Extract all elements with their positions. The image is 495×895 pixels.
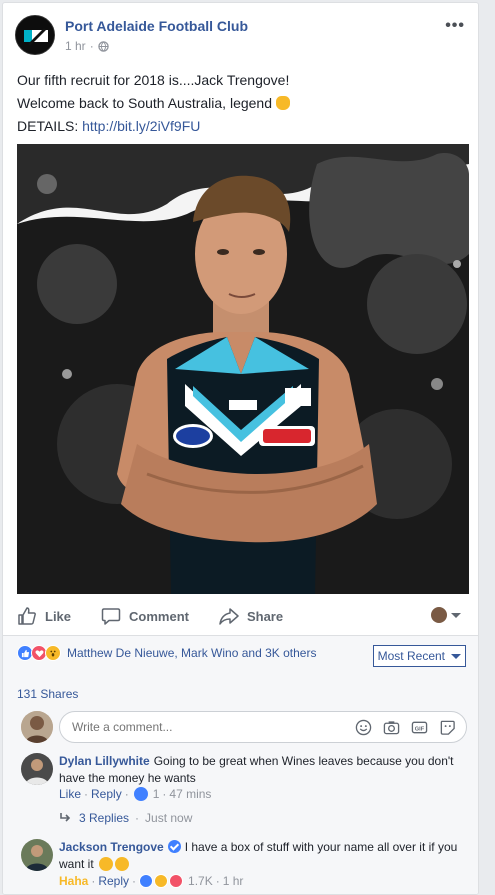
more-dots-icon[interactable]: •••	[445, 17, 465, 35]
globe-icon[interactable]	[97, 40, 109, 52]
commenter-name[interactable]: Jackson Trengove	[59, 840, 164, 854]
meta-dot: ·	[91, 874, 96, 888]
share-label: Share	[246, 608, 284, 624]
camera-icon[interactable]	[383, 719, 400, 736]
comment-time[interactable]: 47 mins	[169, 787, 211, 801]
comment-text: Jackson Trengove I have a box of stuff wi…	[59, 839, 459, 873]
meta-dot: ·	[84, 787, 89, 801]
replies-time: Just now	[145, 811, 193, 825]
post-as-picker[interactable]	[431, 607, 461, 623]
details-label: DETAILS:	[17, 118, 79, 134]
comment-meta: Haha · Reply · 1.7K · 1 hr	[59, 874, 243, 888]
sticker-icon[interactable]	[439, 719, 456, 736]
post-line-1: Our fifth recruit for 2018 is....Jack Tr…	[17, 72, 290, 88]
comment-composer[interactable]: GIF	[59, 711, 467, 743]
meta-dot: ·	[135, 811, 140, 825]
meta-dot: ·	[162, 787, 167, 801]
comment-like-link[interactable]: Like	[59, 787, 81, 801]
player-photo-illustration	[17, 144, 469, 594]
shares-count[interactable]: 131 Shares	[17, 687, 78, 701]
comment-reaction-count[interactable]: 1.7K	[188, 874, 213, 888]
gif-icon[interactable]: GIF	[411, 719, 428, 736]
emoji-smile-icon[interactable]	[355, 719, 372, 736]
meta-dot: ·	[215, 874, 220, 888]
thumbs-up-icon	[18, 607, 36, 625]
comment-label: Comment	[129, 608, 189, 624]
post-meta: 1 hr ·	[65, 39, 109, 53]
like-label: Like	[45, 608, 72, 624]
fist-bump-emoji-icon	[276, 96, 291, 110]
wow-reaction-icon	[45, 645, 61, 661]
sort-label: Most Recent	[377, 649, 445, 663]
details-line: DETAILS: http://bit.ly/2iVf9FU	[17, 115, 467, 138]
commenter-name[interactable]: Dylan Lillywhite	[59, 754, 150, 768]
replies-count[interactable]: 3 Replies	[79, 811, 129, 825]
page-name[interactable]: Port Adelaide Football Club	[65, 18, 248, 34]
post-line-2-wrap: Welcome back to South Australia, legend	[17, 92, 467, 115]
commenter-avatar[interactable]	[21, 839, 53, 871]
haha-reaction-link[interactable]: Haha	[59, 874, 88, 888]
like-button[interactable]: Like	[17, 606, 71, 626]
page-avatar[interactable]	[15, 15, 55, 55]
meta-dot: ·	[89, 39, 94, 53]
haha-reaction-icon	[154, 874, 169, 888]
chevron-down-icon	[451, 612, 461, 618]
verified-badge-icon	[167, 840, 181, 853]
share-arrow-icon	[219, 608, 239, 625]
post-time[interactable]: 1 hr	[65, 39, 86, 53]
comment-time[interactable]: 1 hr	[223, 874, 244, 888]
comment-reply-link[interactable]: Reply	[91, 787, 122, 801]
comment-meta: Like · Reply · 1 · 47 mins	[59, 787, 211, 801]
comment-button[interactable]: Comment	[101, 606, 189, 626]
meta-dot: ·	[124, 787, 129, 801]
comment-like-count[interactable]: 1	[153, 787, 160, 801]
post-text: Our fifth recruit for 2018 is....Jack Tr…	[17, 69, 467, 138]
meta-dot: ·	[132, 874, 137, 888]
comment-text: Dylan Lillywhite Going to be great when W…	[59, 753, 459, 787]
post-line-2: Welcome back to South Australia, legend	[17, 95, 273, 111]
composer-icons: GIF	[355, 719, 456, 736]
love-reaction-icon	[169, 874, 184, 888]
like-reaction-icon	[133, 787, 148, 801]
comment-bubble-icon	[101, 608, 121, 625]
reactions-summary-text[interactable]: Matthew De Nieuwe, Mark Wino and 3K othe…	[67, 646, 316, 660]
reactions-summary[interactable]: Matthew De Nieuwe, Mark Wino and 3K othe…	[17, 645, 316, 661]
post-header: Port Adelaide Football Club 1 hr · •••	[15, 15, 465, 59]
post-actions: Like Comment Share	[17, 599, 467, 633]
post-photo[interactable]	[17, 144, 469, 594]
svg-text:GIF: GIF	[415, 726, 425, 732]
chevron-down-icon	[451, 653, 461, 659]
laughing-emoji-icon	[99, 857, 114, 871]
comment-sort-dropdown[interactable]: Most Recent	[372, 645, 466, 667]
reply-arrow-icon	[60, 813, 71, 822]
post-card: Port Adelaide Football Club 1 hr · ••• O…	[2, 2, 479, 895]
like-reaction-icon	[139, 874, 154, 888]
current-user-avatar	[21, 711, 53, 743]
post-as-avatar	[431, 607, 447, 623]
comment-reply-link[interactable]: Reply	[98, 874, 129, 888]
comment-input[interactable]	[72, 720, 342, 734]
view-replies[interactable]: 3 Replies · Just now	[59, 811, 192, 825]
laughing-emoji-icon	[115, 857, 130, 871]
share-button[interactable]: Share	[219, 606, 283, 626]
commenter-avatar[interactable]	[21, 753, 53, 785]
details-link[interactable]: http://bit.ly/2iVf9FU	[82, 118, 200, 134]
